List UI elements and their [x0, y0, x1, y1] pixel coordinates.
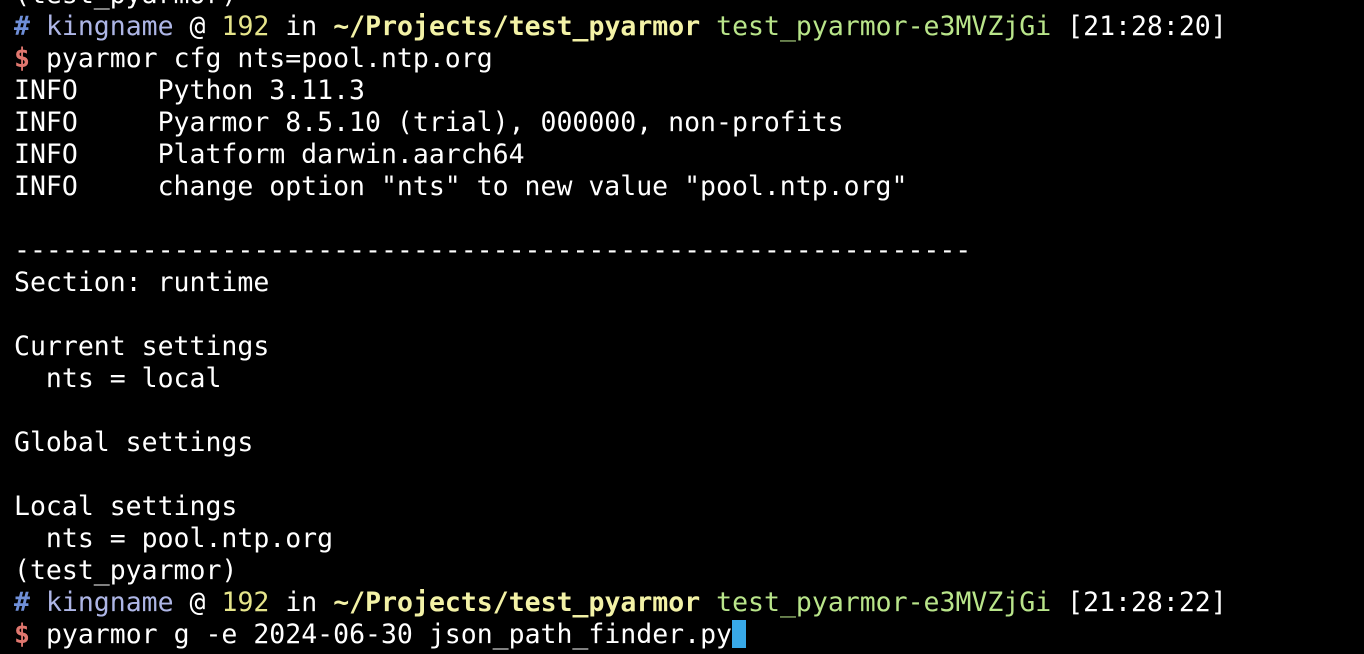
output-line: Local settings	[14, 491, 1364, 523]
prompt-path: ~/Projects/test_pyarmor	[333, 587, 701, 618]
command-text: pyarmor cfg nts=pool.ntp.org	[45, 43, 493, 74]
prompt-path: ~/Projects/test_pyarmor	[333, 11, 701, 42]
prompt-hash: #	[14, 11, 30, 42]
block-cursor-icon	[731, 620, 746, 648]
terminal-output: (test_pyarmor)# kingname @ 192 in ~/Proj…	[14, 0, 1364, 651]
prompt-host: 192	[221, 11, 270, 42]
output-line: Section: runtime	[14, 267, 1364, 299]
output-text: (test_pyarmor)	[14, 0, 237, 10]
output-text: INFO Platform darwin.aarch64	[14, 139, 525, 170]
prompt-hash: #	[14, 587, 30, 618]
output-line: nts = pool.ntp.org	[14, 523, 1364, 555]
output-text: Current settings	[14, 331, 270, 362]
output-line: INFO change option "nts" to new value "p…	[14, 171, 1364, 203]
output-text: Section: runtime	[14, 267, 270, 298]
output-text: INFO Pyarmor 8.5.10 (trial), 000000, non…	[14, 107, 844, 138]
output-text: INFO Python 3.11.3	[14, 75, 365, 106]
prompt-env: test_pyarmor-e3MVZjGi	[716, 11, 1052, 42]
output-line: (test_pyarmor)	[14, 555, 1364, 587]
prompt-time: [21:28:20]	[1067, 11, 1227, 42]
output-text: nts = local	[14, 363, 222, 394]
output-text: (test_pyarmor)	[14, 555, 238, 586]
output-text: ----------------------------------------…	[14, 235, 972, 266]
prompt-in: in	[285, 11, 318, 42]
output-line: INFO Python 3.11.3	[14, 75, 1364, 107]
output-line: nts = local	[14, 363, 1364, 395]
output-line: Global settings	[14, 427, 1364, 459]
prompt-user: kingname	[45, 587, 174, 618]
output-line: INFO Pyarmor 8.5.10 (trial), 000000, non…	[14, 107, 1364, 139]
input-line[interactable]: $ pyarmor g -e 2024-06-30 json_path_find…	[14, 619, 1364, 651]
command-line: $ pyarmor cfg nts=pool.ntp.org	[14, 43, 1364, 75]
prompt-user: kingname	[45, 11, 174, 42]
prompt-line: # kingname @ 192 in ~/Projects/test_pyar…	[14, 11, 1364, 43]
output-line: ----------------------------------------…	[14, 235, 1364, 267]
output-text: nts = pool.ntp.org	[14, 523, 334, 554]
prompt-in: in	[285, 587, 318, 618]
prompt-env: test_pyarmor-e3MVZjGi	[716, 587, 1052, 618]
command-input[interactable]: pyarmor g -e 2024-06-30 json_path_finder…	[46, 619, 732, 650]
prompt-at: @	[189, 587, 206, 618]
output-text: Global settings	[14, 427, 254, 458]
prompt-dollar: $	[14, 619, 30, 650]
output-line: (test_pyarmor)	[14, 0, 1364, 11]
prompt-line: # kingname @ 192 in ~/Projects/test_pyar…	[14, 587, 1364, 619]
prompt-at: @	[189, 11, 206, 42]
output-line: Current settings	[14, 331, 1364, 363]
prompt-dollar: $	[14, 43, 30, 74]
prompt-time: [21:28:22]	[1067, 587, 1227, 618]
prompt-host: 192	[221, 587, 270, 618]
output-text: Local settings	[14, 491, 238, 522]
terminal-window[interactable]: (test_pyarmor)# kingname @ 192 in ~/Proj…	[0, 0, 1364, 654]
output-text: INFO change option "nts" to new value "p…	[14, 171, 908, 202]
output-line: INFO Platform darwin.aarch64	[14, 139, 1364, 171]
